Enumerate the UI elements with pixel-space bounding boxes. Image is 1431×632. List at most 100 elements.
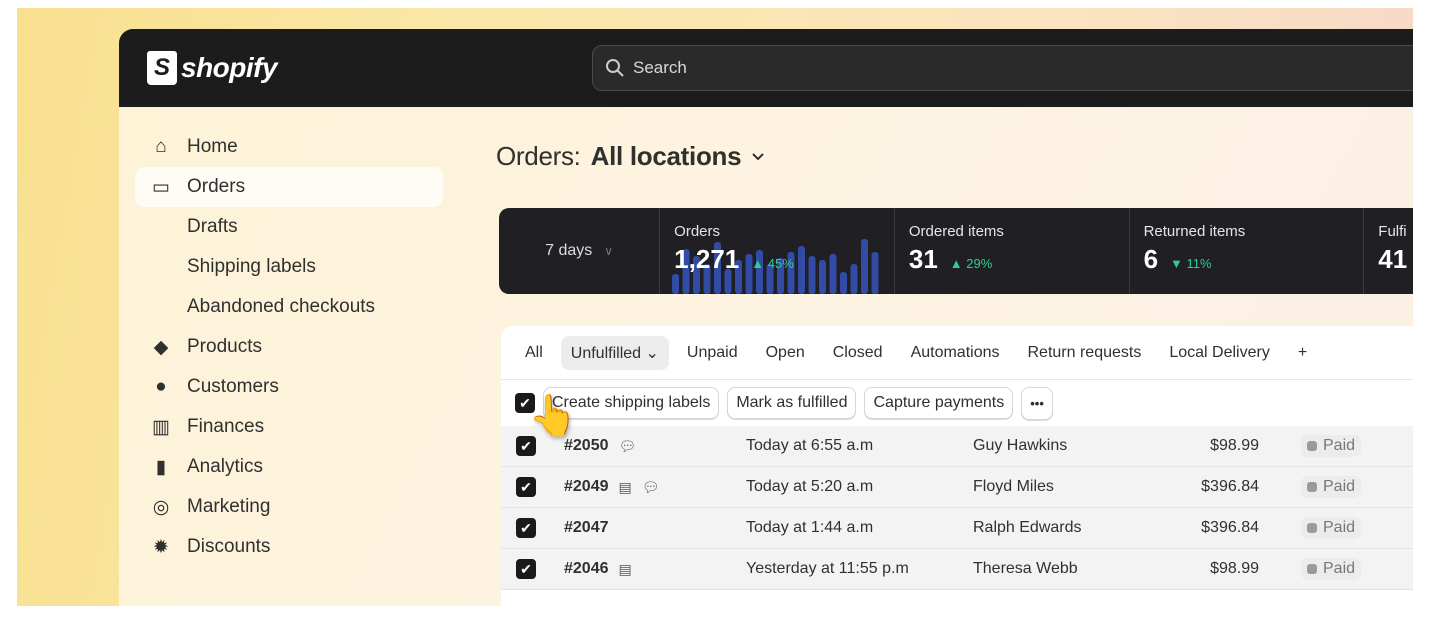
order-total: $98.99 [1210, 437, 1259, 454]
shopify-logo[interactable]: S shopify [147, 51, 278, 85]
tag-icon: ◆ [153, 336, 169, 358]
status-dot-icon [1307, 564, 1317, 574]
person-icon: ● [155, 376, 167, 397]
sidebar-item-label: Analytics [187, 456, 264, 477]
shopify-admin-window: S shopify Search ⌂ Home ▭ Orders Drafts Shipp… [119, 29, 1413, 606]
trend-up: ▲ 45% [751, 256, 794, 271]
location-selector[interactable]: All locations [591, 141, 742, 172]
tab-unfulfilled[interactable]: Unfulfilled ⌄ [560, 335, 669, 370]
order-id[interactable]: #2046 [564, 560, 609, 578]
trend-down: ▼ 11% [1170, 256, 1212, 271]
tab-label: Open [765, 343, 805, 361]
order-id[interactable]: #2050 [564, 437, 609, 455]
stat-fulfilled[interactable]: Fulfi 41 [1364, 208, 1413, 294]
order-total: $98.99 [1210, 560, 1259, 577]
sidebar-item-drafts[interactable]: Drafts [135, 207, 443, 247]
note-icon: ▤ [618, 560, 632, 577]
stat-value: 6 [1143, 244, 1159, 274]
sparkline-bar [672, 274, 680, 294]
chevron-down-icon[interactable] [751, 152, 765, 162]
tab-open[interactable]: Open [756, 337, 815, 369]
row-checkbox[interactable]: ✔ [516, 477, 536, 497]
payment-status-badge: Paid [1301, 435, 1362, 457]
sidebar-item-products[interactable]: ◆ Products [135, 327, 443, 367]
stat-value: 1,271 [674, 244, 740, 274]
order-customer: Floyd Miles [973, 478, 1054, 495]
order-id[interactable]: #2047 [564, 519, 609, 537]
payment-status: Paid [1323, 560, 1356, 577]
order-id[interactable]: #2049 [564, 478, 609, 496]
row-checkbox[interactable]: ✔ [516, 436, 536, 456]
payment-status-badge: Paid [1301, 558, 1362, 580]
order-customer: Ralph Edwards [973, 519, 1082, 536]
trend-value: 29% [966, 256, 993, 271]
stat-returned-items[interactable]: Returned items 6 ▼ 11% [1130, 208, 1365, 294]
comment-icon: 💬︎ [641, 478, 660, 495]
payment-status: Paid [1323, 437, 1356, 454]
tab-closed[interactable]: Closed [823, 337, 893, 369]
brand-name: shopify [181, 52, 278, 83]
order-date: Today at 5:20 a.m [746, 478, 874, 495]
tab-return-requests[interactable]: Return requests [1018, 337, 1152, 369]
sidebar-item-orders[interactable]: ▭ Orders [135, 167, 443, 207]
target-icon: ◎ [152, 496, 170, 518]
mark-as-fulfilled-button[interactable]: Mark as fulfilled [727, 387, 857, 419]
table-row[interactable]: ✔ #2050 💬︎ Today at 6:55 a.m Guy Hawkins … [501, 426, 1413, 467]
stat-value: 31 [908, 244, 938, 274]
search-placeholder: Search [633, 58, 687, 77]
chevron-down-icon: ⌄ [645, 344, 659, 362]
order-date: Today at 1:44 a.m [746, 519, 874, 536]
add-view-button[interactable]: + [1288, 337, 1317, 369]
table-row[interactable]: ✔ #2046 ▤ Yesterday at 11:55 p.m Theresa … [501, 549, 1413, 590]
order-filter-tabs: All Unfulfilled ⌄ Unpaid Open Closed Automati… [501, 326, 1413, 380]
page-title-label: Orders: [496, 141, 581, 171]
status-dot-icon [1307, 523, 1317, 533]
sidebar-item-analytics[interactable]: ▮ Analytics [135, 447, 443, 487]
tab-unpaid[interactable]: Unpaid [677, 337, 748, 369]
sidebar-item-customers[interactable]: ● Customers [135, 367, 443, 407]
stat-label: Orders [674, 223, 721, 240]
tab-local-delivery[interactable]: Local Delivery [1159, 337, 1279, 369]
bar-chart-icon: ▮ [155, 456, 167, 478]
stat-orders[interactable]: Orders 1,271 ▲ 45% [660, 208, 895, 294]
more-actions-button[interactable]: ••• [1021, 386, 1053, 420]
stat-ordered-items[interactable]: Ordered items 31 ▲ 29% [895, 208, 1130, 294]
sidebar-item-shipping-labels[interactable]: Shipping labels [135, 247, 443, 287]
table-row[interactable]: ✔ #2049 ▤ 💬︎ Today at 5:20 a.m Floyd Miles… [501, 467, 1413, 508]
search-icon [606, 59, 624, 77]
orders-table-card: All Unfulfilled ⌄ Unpaid Open Closed Automati… [501, 326, 1413, 606]
sidebar-item-label: Products [187, 336, 262, 357]
shopify-bag-icon: S [147, 51, 177, 85]
order-date: Yesterday at 11:55 p.m [746, 560, 909, 577]
tab-label: Unpaid [686, 343, 738, 361]
sidebar-item-home[interactable]: ⌂ Home [135, 127, 443, 167]
order-total: $396.84 [1201, 478, 1259, 495]
tab-automations[interactable]: Automations [901, 337, 1010, 369]
row-checkbox[interactable]: ✔ [516, 518, 536, 538]
tab-label: All [525, 343, 543, 361]
sidebar-item-label: Home [187, 136, 238, 157]
tab-all[interactable]: All [515, 337, 553, 369]
orders-table: ✔ #2050 💬︎ Today at 6:55 a.m Guy Hawkins … [501, 426, 1413, 590]
date-range-label: 7 days [545, 242, 593, 259]
sidebar-item-discounts[interactable]: ✹ Discounts [135, 527, 443, 567]
sidebar-item-finances[interactable]: ▥ Finances [135, 407, 443, 447]
order-total: $396.84 [1201, 519, 1259, 536]
page-title[interactable]: Orders: All locations [496, 141, 765, 172]
sparkline-bar [840, 272, 848, 294]
table-row[interactable]: ✔ #2047 Today at 1:44 a.m Ralph Edwards … [501, 508, 1413, 549]
hand-cursor-icon: 👆 [528, 394, 578, 438]
tab-label: Local Delivery [1169, 343, 1270, 361]
capture-payments-button[interactable]: Capture payments [864, 387, 1014, 419]
inbox-icon: ▭ [152, 176, 170, 198]
search-input[interactable]: Search [592, 45, 1413, 91]
row-checkbox[interactable]: ✔ [516, 559, 536, 579]
stats-bar: 7 days ∨ Orders 1,271 ▲ 45% Ordered items… [499, 208, 1413, 294]
trend-up: ▲ 29% [949, 256, 993, 271]
date-range-selector[interactable]: 7 days ∨ [499, 208, 661, 294]
sidebar-item-label: Finances [187, 416, 265, 437]
sidebar-item-abandoned-checkouts[interactable]: Abandoned checkouts [135, 287, 443, 327]
payment-status: Paid [1323, 478, 1356, 495]
order-customer: Guy Hawkins [973, 437, 1068, 454]
sidebar-item-marketing[interactable]: ◎ Marketing [135, 487, 443, 527]
